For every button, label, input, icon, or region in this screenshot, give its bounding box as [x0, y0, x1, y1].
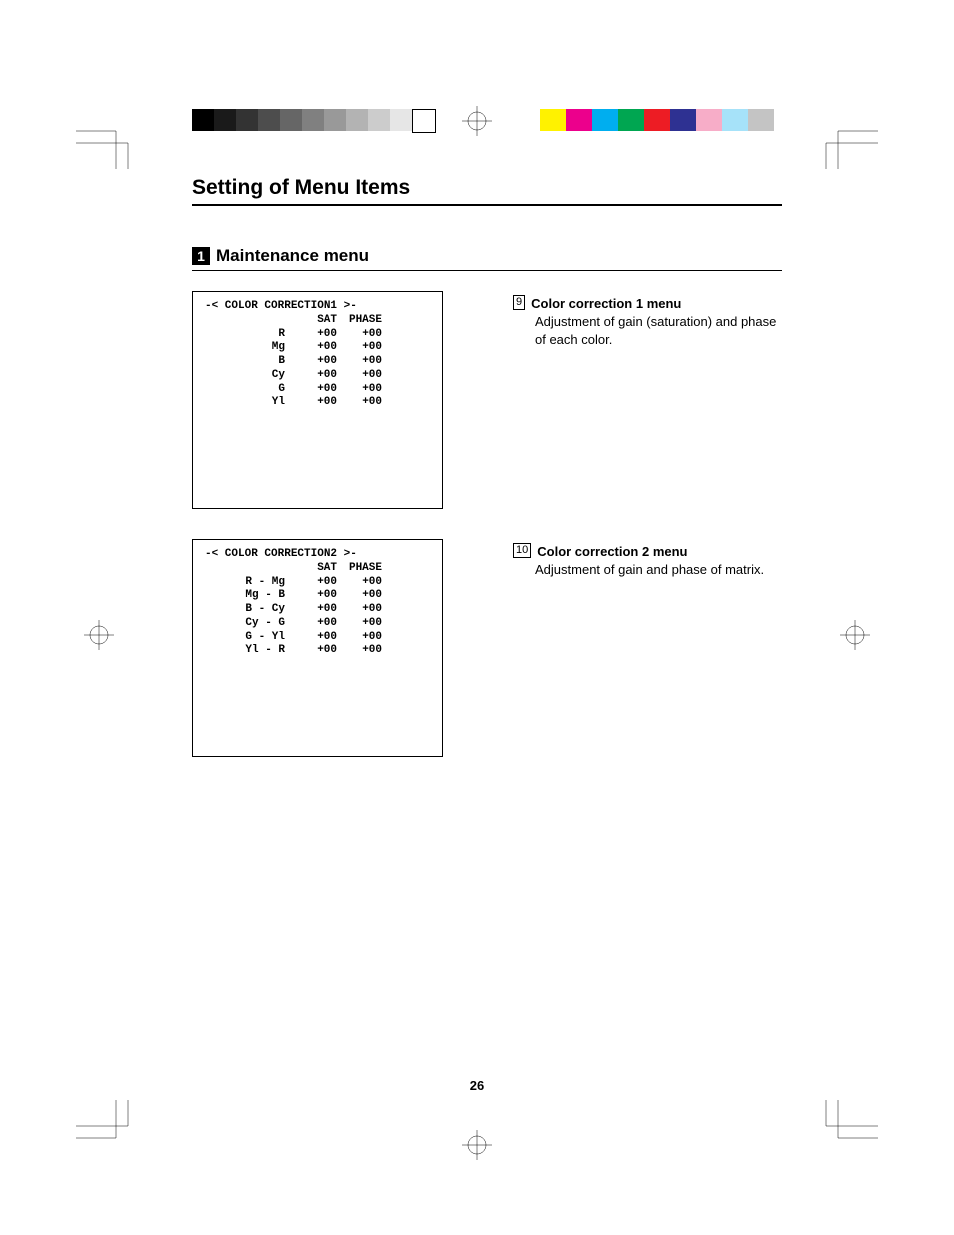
- swatch: [540, 109, 566, 131]
- swatch: [302, 109, 324, 131]
- swatch: [236, 109, 258, 131]
- section-subtitle: Maintenance menu: [216, 246, 369, 266]
- desc-title-1: Color correction 1 menu: [531, 295, 681, 313]
- crop-mark-top-left: [76, 109, 136, 169]
- color-correction-2-description: 10 Color correction 2 menu Adjustment of…: [513, 539, 782, 579]
- swatch: [390, 109, 412, 131]
- color-bar: [540, 109, 774, 131]
- page-title: Setting of Menu Items: [192, 176, 782, 206]
- swatch: [214, 109, 236, 131]
- section-heading: 1 Maintenance menu: [192, 246, 782, 271]
- page-number: 26: [0, 1078, 954, 1093]
- item-index-9: 9: [513, 295, 525, 310]
- swatch: [324, 109, 346, 131]
- swatch: [644, 109, 670, 131]
- color-correction-1-box: -< COLOR CORRECTION1 >-SATPHASER+00+00Mg…: [192, 291, 443, 509]
- desc-body-1: Adjustment of gain (saturation) and phas…: [535, 313, 782, 349]
- swatch: [592, 109, 618, 131]
- grayscale-color-bar: [192, 109, 436, 131]
- color-correction-2-box: -< COLOR CORRECTION2 >-SATPHASER - Mg+00…: [192, 539, 443, 757]
- color-correction-1-description: 9 Color correction 1 menu Adjustment of …: [513, 291, 782, 350]
- swatch: [258, 109, 280, 131]
- swatch: [696, 109, 722, 131]
- swatch: [192, 109, 214, 131]
- desc-title-2: Color correction 2 menu: [537, 543, 687, 561]
- item-index-10: 10: [513, 543, 531, 558]
- swatch: [722, 109, 748, 131]
- desc-body-2: Adjustment of gain and phase of matrix.: [535, 561, 782, 579]
- section-number-box: 1: [192, 247, 210, 265]
- swatch: [748, 109, 774, 131]
- crop-mark-bottom-left: [76, 1100, 136, 1160]
- swatch: [280, 109, 302, 131]
- swatch: [412, 109, 436, 133]
- swatch: [566, 109, 592, 131]
- swatch: [618, 109, 644, 131]
- crop-mark-top-right: [818, 109, 878, 169]
- swatch: [368, 109, 390, 131]
- registration-mark-right: [840, 620, 870, 650]
- swatch: [670, 109, 696, 131]
- registration-mark-left: [84, 620, 114, 650]
- crop-mark-bottom-right: [818, 1100, 878, 1160]
- registration-mark-bottom: [462, 1130, 492, 1160]
- swatch: [346, 109, 368, 131]
- registration-mark-top: [462, 106, 492, 136]
